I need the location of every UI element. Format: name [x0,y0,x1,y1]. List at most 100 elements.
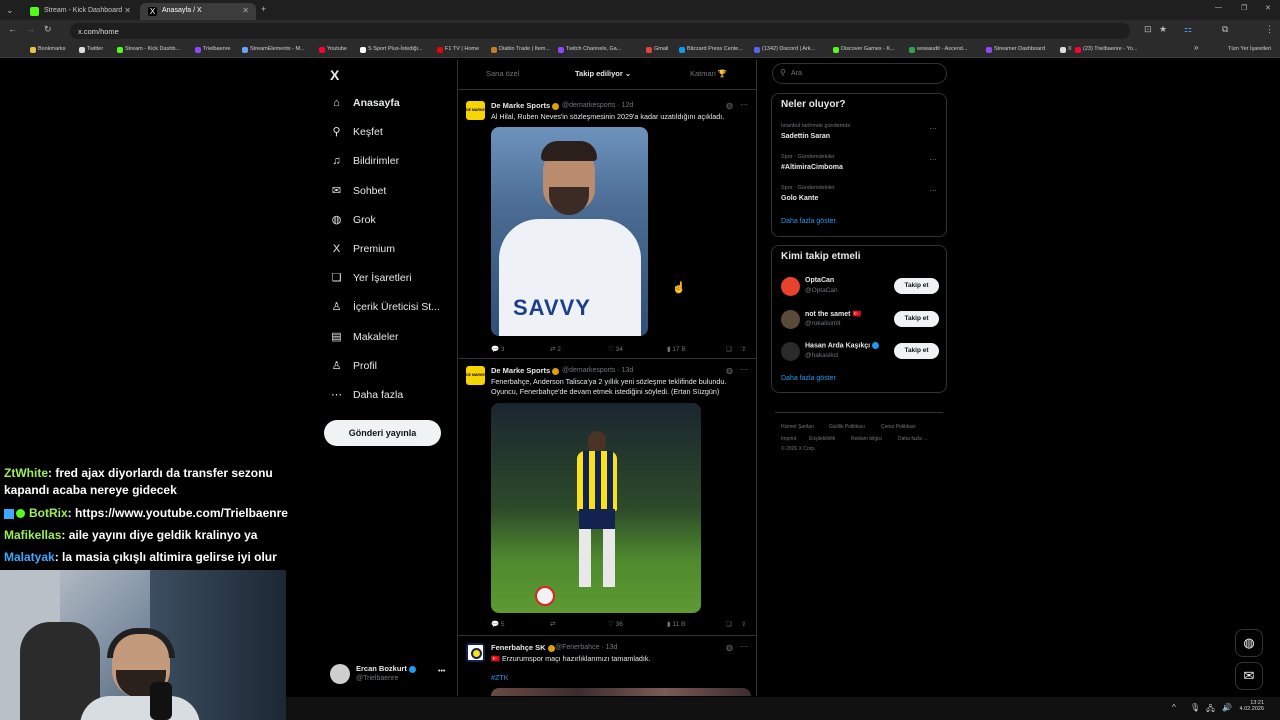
bookmark-item[interactable]: Twitter [79,46,103,53]
extensions-icon[interactable]: ⧉ [1222,24,1228,35]
network-icon[interactable]: 🖧 [1206,703,1215,717]
translate-icon[interactable]: ⚏ [1184,24,1192,35]
tab-kick-dashboard[interactable]: Stream - Kick Dashboard ✕ [22,3,138,20]
suggested-account-name[interactable]: not the samet 🇹🇷 [805,310,861,318]
footer-link[interactable]: Hizmet Şartları [781,424,814,430]
bookmark-item[interactable]: (1342) Discord | Ark... [754,46,815,53]
new-tab-icon[interactable]: + [261,4,266,14]
tray-expand-icon[interactable]: ^ [1172,703,1176,712]
bookmark-item[interactable]: Streamer Dashboard [986,46,1045,53]
bookmark-item[interactable]: wowaudit - Ascend... [909,46,967,53]
trend-topic[interactable]: Golo Kante [781,195,818,202]
footer-link[interactable]: Erişilebilirlik [809,436,835,442]
bookmark-item[interactable]: Twitch Channels, Ga... [558,46,621,53]
nav-item-search[interactable]: ⚲ Keşfet [330,122,382,144]
more-options-icon[interactable]: ⋯ [740,642,748,651]
maximize-icon[interactable]: ❐ [1241,4,1247,12]
tweet[interactable]: DE MARKE De Marke Sports @demarkesports … [458,360,756,636]
tweet-image[interactable] [491,403,701,613]
url-input[interactable]: x.com/home [70,23,1130,39]
install-app-icon[interactable]: ⊡ [1144,24,1152,35]
bookmark-item[interactable]: X [1060,46,1072,53]
trend-topic[interactable]: #AltimiraCimboma [781,164,843,171]
tweet-image[interactable]: SAVVY [491,127,648,336]
bookmark-item[interactable]: (23) Trielbaenre - Yo... [1075,46,1137,53]
tab-katman[interactable]: Katman 🏆 [690,69,727,78]
follow-button[interactable]: Takip et [894,278,939,294]
trends-show-more-link[interactable]: Daha fazla göster [781,218,836,225]
trend-more-icon[interactable]: ⋯ [929,155,937,164]
all-bookmarks-folder[interactable]: Tüm Yer İşaretleri [1220,46,1271,52]
grok-floating-icon[interactable]: ◍ [1235,629,1263,657]
tweet-image[interactable] [491,688,751,696]
grok-icon[interactable]: ◍ [726,101,733,110]
tab-following[interactable]: Takip ediliyor ⌄ [575,69,631,78]
grok-icon[interactable]: ◍ [726,366,733,375]
avatar[interactable] [781,342,800,361]
grok-icon[interactable]: ◍ [726,643,733,652]
share-icon[interactable]: ⇪ [741,620,746,628]
like-button[interactable]: ♡ 36 [608,620,623,628]
bookmark-item[interactable]: Youtube [319,46,347,53]
footer-link[interactable]: Çerez Politikası [881,424,916,430]
trend-topic[interactable]: Sadettin Saran [781,133,830,140]
nav-item-grok[interactable]: ◍ Grok [330,210,376,232]
nav-item-bell[interactable]: ♫ Bildirimler [330,151,399,173]
x-logo-icon[interactable]: X [330,67,339,83]
footer-link[interactable]: Daha fazla ... [898,436,927,442]
bookmark-item[interactable]: Bookmarks [30,46,66,53]
nav-item-profile[interactable]: ♙ Profil [330,356,377,378]
nav-item-home[interactable]: ⌂ Anasayfa [330,93,400,115]
reload-icon[interactable]: ↻ [44,24,52,35]
views-button[interactable]: ▮ 17 B [667,345,686,353]
post-button[interactable]: Gönderi yayınla [324,420,441,446]
bookmark-item[interactable]: Diablo Trade | Item... [491,46,550,53]
more-options-icon[interactable]: ⋯ [740,100,748,109]
tweet[interactable]: DE MARKE De Marke Sports @demarkesports … [458,91,756,359]
bookmark-item[interactable]: Blizzard Press Cente... [679,46,743,53]
avatar[interactable] [781,309,800,329]
tab-for-you[interactable]: Sana özel [486,69,519,78]
more-options-icon[interactable]: ⋯ [740,365,748,374]
suggested-account-name[interactable]: OptaCan [805,277,834,284]
nav-item-creator[interactable]: ♙ İçerik Üreticisi St... [330,297,440,319]
bookmark-item[interactable]: F1 TV | Home [437,46,479,53]
bookmarks-overflow-icon[interactable]: » [1186,43,1198,52]
tab-x-home[interactable]: X Anasayfa / X ✕ [140,3,256,20]
nav-item-x-logo[interactable]: X Premium [330,239,395,261]
reply-button[interactable]: 💬 3 [491,345,505,353]
follow-show-more-link[interactable]: Daha fazla göster [781,375,836,382]
footer-link[interactable]: Imprint [781,436,796,442]
account-menu-icon[interactable]: ••• [438,668,445,675]
close-tab-icon[interactable]: ✕ [242,6,249,15]
bookmark-item[interactable]: Gmail [646,46,668,53]
search-input[interactable]: Ara [772,63,947,84]
bookmark-icon[interactable]: ❏ [726,345,732,353]
bookmark-icon[interactable]: ❏ [726,620,732,628]
microphone-icon[interactable]: 🎙 [1190,703,1200,712]
trend-more-icon[interactable]: ⋯ [929,124,937,133]
repost-button[interactable]: ⇄ 2 [550,345,561,353]
tweet[interactable]: Fenerbahçe SK @Fenerbahce · 13d ◍ ⋯ 🇹🇷 E… [458,637,756,696]
nav-item-mail[interactable]: ✉ Sohbet [330,181,386,203]
forward-icon[interactable]: → [26,24,35,34]
bookmark-item[interactable]: Stream - Kick Dashb... [117,46,180,53]
bookmark-item[interactable]: StreamElements - M... [242,46,305,53]
footer-link[interactable]: Reklam bilgisi [851,436,882,442]
share-icon[interactable]: ⇪ [741,345,746,353]
back-icon[interactable]: ← [8,24,17,34]
trend-more-icon[interactable]: ⋯ [929,186,937,195]
bookmark-item[interactable]: Trielbaenre [195,46,231,53]
bookmark-item[interactable]: S Sport Plus-İstediği... [360,46,422,53]
tab-search-icon[interactable]: ⌄ [6,5,14,16]
nav-item-articles[interactable]: ▤ Makaleler [330,327,398,349]
footer-link[interactable]: Gizlilik Politikası [829,424,865,430]
window-close-icon[interactable]: ✕ [1265,4,1271,12]
follow-button[interactable]: Takip et [894,343,939,359]
views-button[interactable]: ▮ 11 B [667,620,685,628]
like-button[interactable]: ♡ 34 [608,345,623,353]
repost-button[interactable]: ⇄ [550,620,555,628]
nav-item-more[interactable]: ⋯ Daha fazla [330,385,403,407]
avatar[interactable] [781,277,800,296]
nav-item-bookmark[interactable]: ❏ Yer İşaretleri [330,268,412,290]
